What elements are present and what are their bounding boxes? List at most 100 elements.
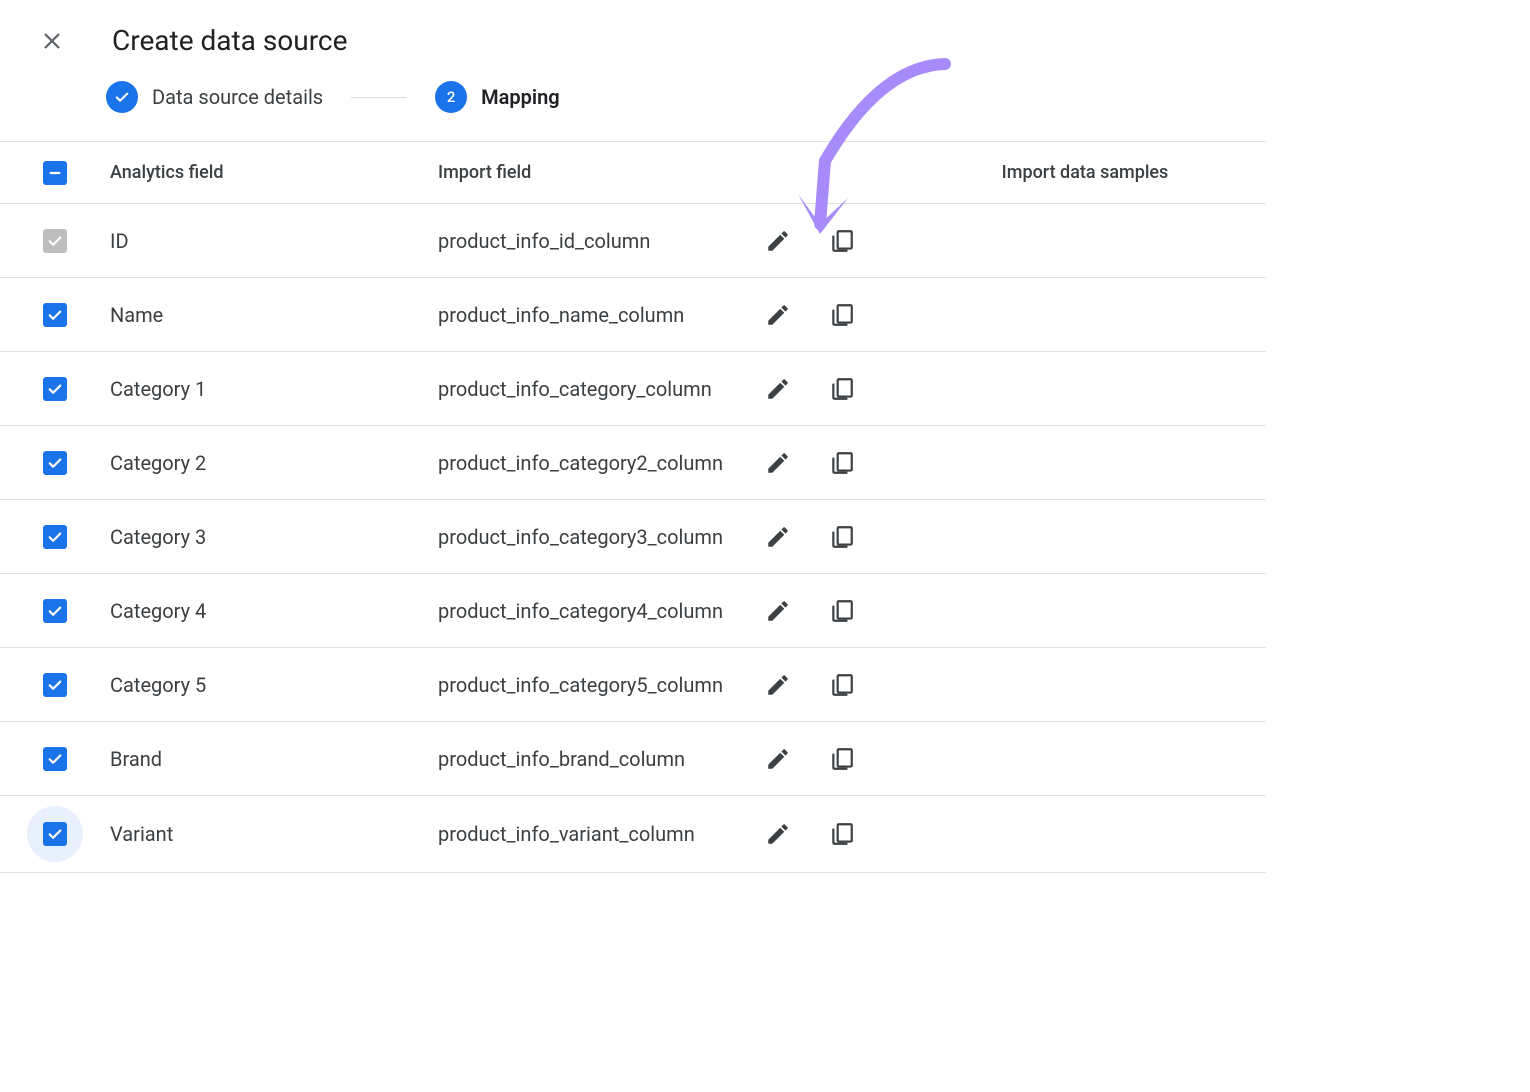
table-row: Category 5 product_info_category5_column bbox=[0, 648, 1266, 722]
edit-button[interactable] bbox=[764, 375, 792, 403]
row-checkbox[interactable] bbox=[43, 747, 67, 771]
row-checkbox[interactable] bbox=[43, 599, 67, 623]
pencil-icon bbox=[765, 821, 791, 847]
table-row: Category 2 product_info_category2_column bbox=[0, 426, 1266, 500]
analytics-field-cell: Category 4 bbox=[110, 599, 438, 623]
table-row: Category 4 product_info_category4_column bbox=[0, 574, 1266, 648]
pencil-icon bbox=[765, 746, 791, 772]
check-icon bbox=[113, 88, 131, 106]
analytics-field-cell: Name bbox=[110, 303, 438, 327]
pencil-icon bbox=[765, 672, 791, 698]
page-title: Create data source bbox=[112, 24, 347, 57]
copy-button[interactable] bbox=[828, 301, 856, 329]
copy-icon bbox=[829, 524, 855, 550]
pencil-icon bbox=[765, 228, 791, 254]
analytics-field-cell: Category 5 bbox=[110, 673, 438, 697]
table-row: Name product_info_name_column bbox=[0, 278, 1266, 352]
edit-button[interactable] bbox=[764, 523, 792, 551]
select-all-checkbox[interactable] bbox=[43, 161, 67, 185]
pencil-icon bbox=[765, 376, 791, 402]
close-button[interactable] bbox=[40, 29, 64, 53]
column-header-analytics: Analytics field bbox=[110, 162, 438, 183]
mapping-table: Analytics field Import field Import data… bbox=[0, 141, 1266, 873]
copy-icon bbox=[829, 228, 855, 254]
analytics-field-cell: ID bbox=[110, 229, 438, 253]
edit-button[interactable] bbox=[764, 227, 792, 255]
stepper: Data source details 2 Mapping bbox=[0, 81, 1266, 141]
pencil-icon bbox=[765, 450, 791, 476]
indeterminate-icon bbox=[46, 164, 64, 182]
analytics-field-cell: Brand bbox=[110, 747, 438, 771]
column-header-import: Import field bbox=[438, 160, 764, 185]
check-icon bbox=[46, 454, 64, 472]
copy-button[interactable] bbox=[828, 745, 856, 773]
table-row: Category 3 product_info_category3_column bbox=[0, 500, 1266, 574]
row-checkbox[interactable] bbox=[43, 673, 67, 697]
copy-icon bbox=[829, 302, 855, 328]
check-icon bbox=[46, 602, 64, 620]
copy-icon bbox=[829, 598, 855, 624]
import-field-cell: product_info_category5_column bbox=[438, 671, 764, 699]
copy-button[interactable] bbox=[828, 375, 856, 403]
row-checkbox[interactable] bbox=[43, 525, 67, 549]
row-checkbox[interactable] bbox=[43, 451, 67, 475]
edit-button[interactable] bbox=[764, 745, 792, 773]
import-field-cell: product_info_brand_column bbox=[438, 745, 764, 773]
analytics-field-cell: Category 2 bbox=[110, 451, 438, 475]
step-mapping[interactable]: 2 Mapping bbox=[435, 81, 560, 113]
check-icon bbox=[46, 232, 64, 250]
import-field-cell: product_info_id_column bbox=[438, 227, 764, 255]
check-icon bbox=[46, 750, 64, 768]
pencil-icon bbox=[765, 302, 791, 328]
copy-button[interactable] bbox=[828, 671, 856, 699]
copy-icon bbox=[829, 746, 855, 772]
edit-button[interactable] bbox=[764, 597, 792, 625]
check-icon bbox=[46, 380, 64, 398]
analytics-field-cell: Variant bbox=[110, 822, 438, 846]
copy-icon bbox=[829, 376, 855, 402]
check-icon bbox=[46, 825, 64, 843]
copy-button[interactable] bbox=[828, 449, 856, 477]
edit-button[interactable] bbox=[764, 301, 792, 329]
row-checkbox bbox=[43, 229, 67, 253]
edit-button[interactable] bbox=[764, 820, 792, 848]
step-connector bbox=[351, 97, 407, 98]
import-field-cell: product_info_variant_column bbox=[438, 820, 764, 848]
import-field-cell: product_info_name_column bbox=[438, 301, 764, 329]
table-row: Category 1 product_info_category_column bbox=[0, 352, 1266, 426]
step-label: Data source details bbox=[152, 85, 323, 109]
analytics-field-cell: Category 1 bbox=[110, 377, 438, 401]
step-badge-completed bbox=[106, 81, 138, 113]
import-field-cell: product_info_category2_column bbox=[438, 449, 764, 477]
import-field-cell: product_info_category_column bbox=[438, 375, 764, 403]
copy-button[interactable] bbox=[828, 597, 856, 625]
analytics-field-cell: Category 3 bbox=[110, 525, 438, 549]
table-header-row: Analytics field Import field Import data… bbox=[0, 142, 1266, 204]
table-row: Brand product_info_brand_column bbox=[0, 722, 1266, 796]
import-field-cell: product_info_category4_column bbox=[438, 597, 764, 625]
row-checkbox[interactable] bbox=[43, 377, 67, 401]
check-icon bbox=[46, 306, 64, 324]
copy-button[interactable] bbox=[828, 820, 856, 848]
row-checkbox[interactable] bbox=[43, 822, 67, 846]
check-icon bbox=[46, 528, 64, 546]
step-label: Mapping bbox=[481, 85, 560, 109]
column-header-samples: Import data samples bbox=[944, 162, 1266, 183]
row-checkbox[interactable] bbox=[43, 303, 67, 327]
edit-button[interactable] bbox=[764, 449, 792, 477]
import-field-cell: product_info_category3_column bbox=[438, 523, 764, 551]
table-row: Variant product_info_variant_column bbox=[0, 796, 1266, 873]
copy-icon bbox=[829, 450, 855, 476]
copy-button[interactable] bbox=[828, 523, 856, 551]
close-icon bbox=[40, 29, 64, 53]
pencil-icon bbox=[765, 598, 791, 624]
copy-icon bbox=[829, 821, 855, 847]
step-data-source-details[interactable]: Data source details bbox=[106, 81, 323, 113]
copy-button[interactable] bbox=[828, 227, 856, 255]
pencil-icon bbox=[765, 524, 791, 550]
copy-icon bbox=[829, 672, 855, 698]
check-icon bbox=[46, 676, 64, 694]
edit-button[interactable] bbox=[764, 671, 792, 699]
step-badge-current: 2 bbox=[435, 81, 467, 113]
table-row: ID product_info_id_column bbox=[0, 204, 1266, 278]
